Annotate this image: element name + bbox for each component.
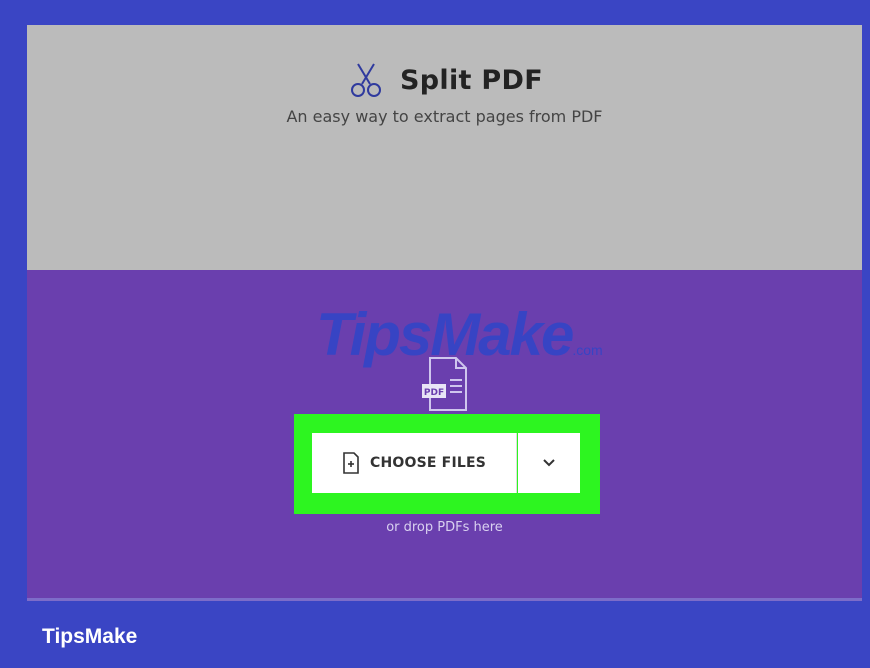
watermark-suffix: .com (572, 342, 603, 358)
file-plus-icon (343, 452, 359, 474)
chevron-down-icon (543, 459, 555, 467)
choose-files-button[interactable]: CHOOSE FILES (312, 433, 517, 493)
pdf-badge-text: PDF (424, 388, 444, 398)
upload-source-dropdown-button[interactable] (518, 433, 580, 493)
page-title: Split PDF (400, 64, 543, 96)
upload-panel: TipsMake.com PDF CHOOSE FILES or drop PD… (27, 270, 862, 598)
screenshot-frame: Split PDF An easy way to extract pages f… (0, 0, 870, 668)
scissors-icon (351, 63, 382, 97)
drop-hint: or drop PDFs here (386, 520, 503, 535)
page-subtitle: An easy way to extract pages from PDF (286, 107, 603, 126)
panel-divider (27, 598, 862, 601)
header-panel: Split PDF An easy way to extract pages f… (27, 25, 862, 270)
pdf-document-icon: PDF (422, 357, 467, 411)
title-row: Split PDF (27, 60, 862, 100)
choose-files-label: CHOOSE FILES (369, 455, 487, 471)
brand-footer: TipsMake (42, 625, 138, 648)
highlight-box: CHOOSE FILES (294, 414, 600, 514)
